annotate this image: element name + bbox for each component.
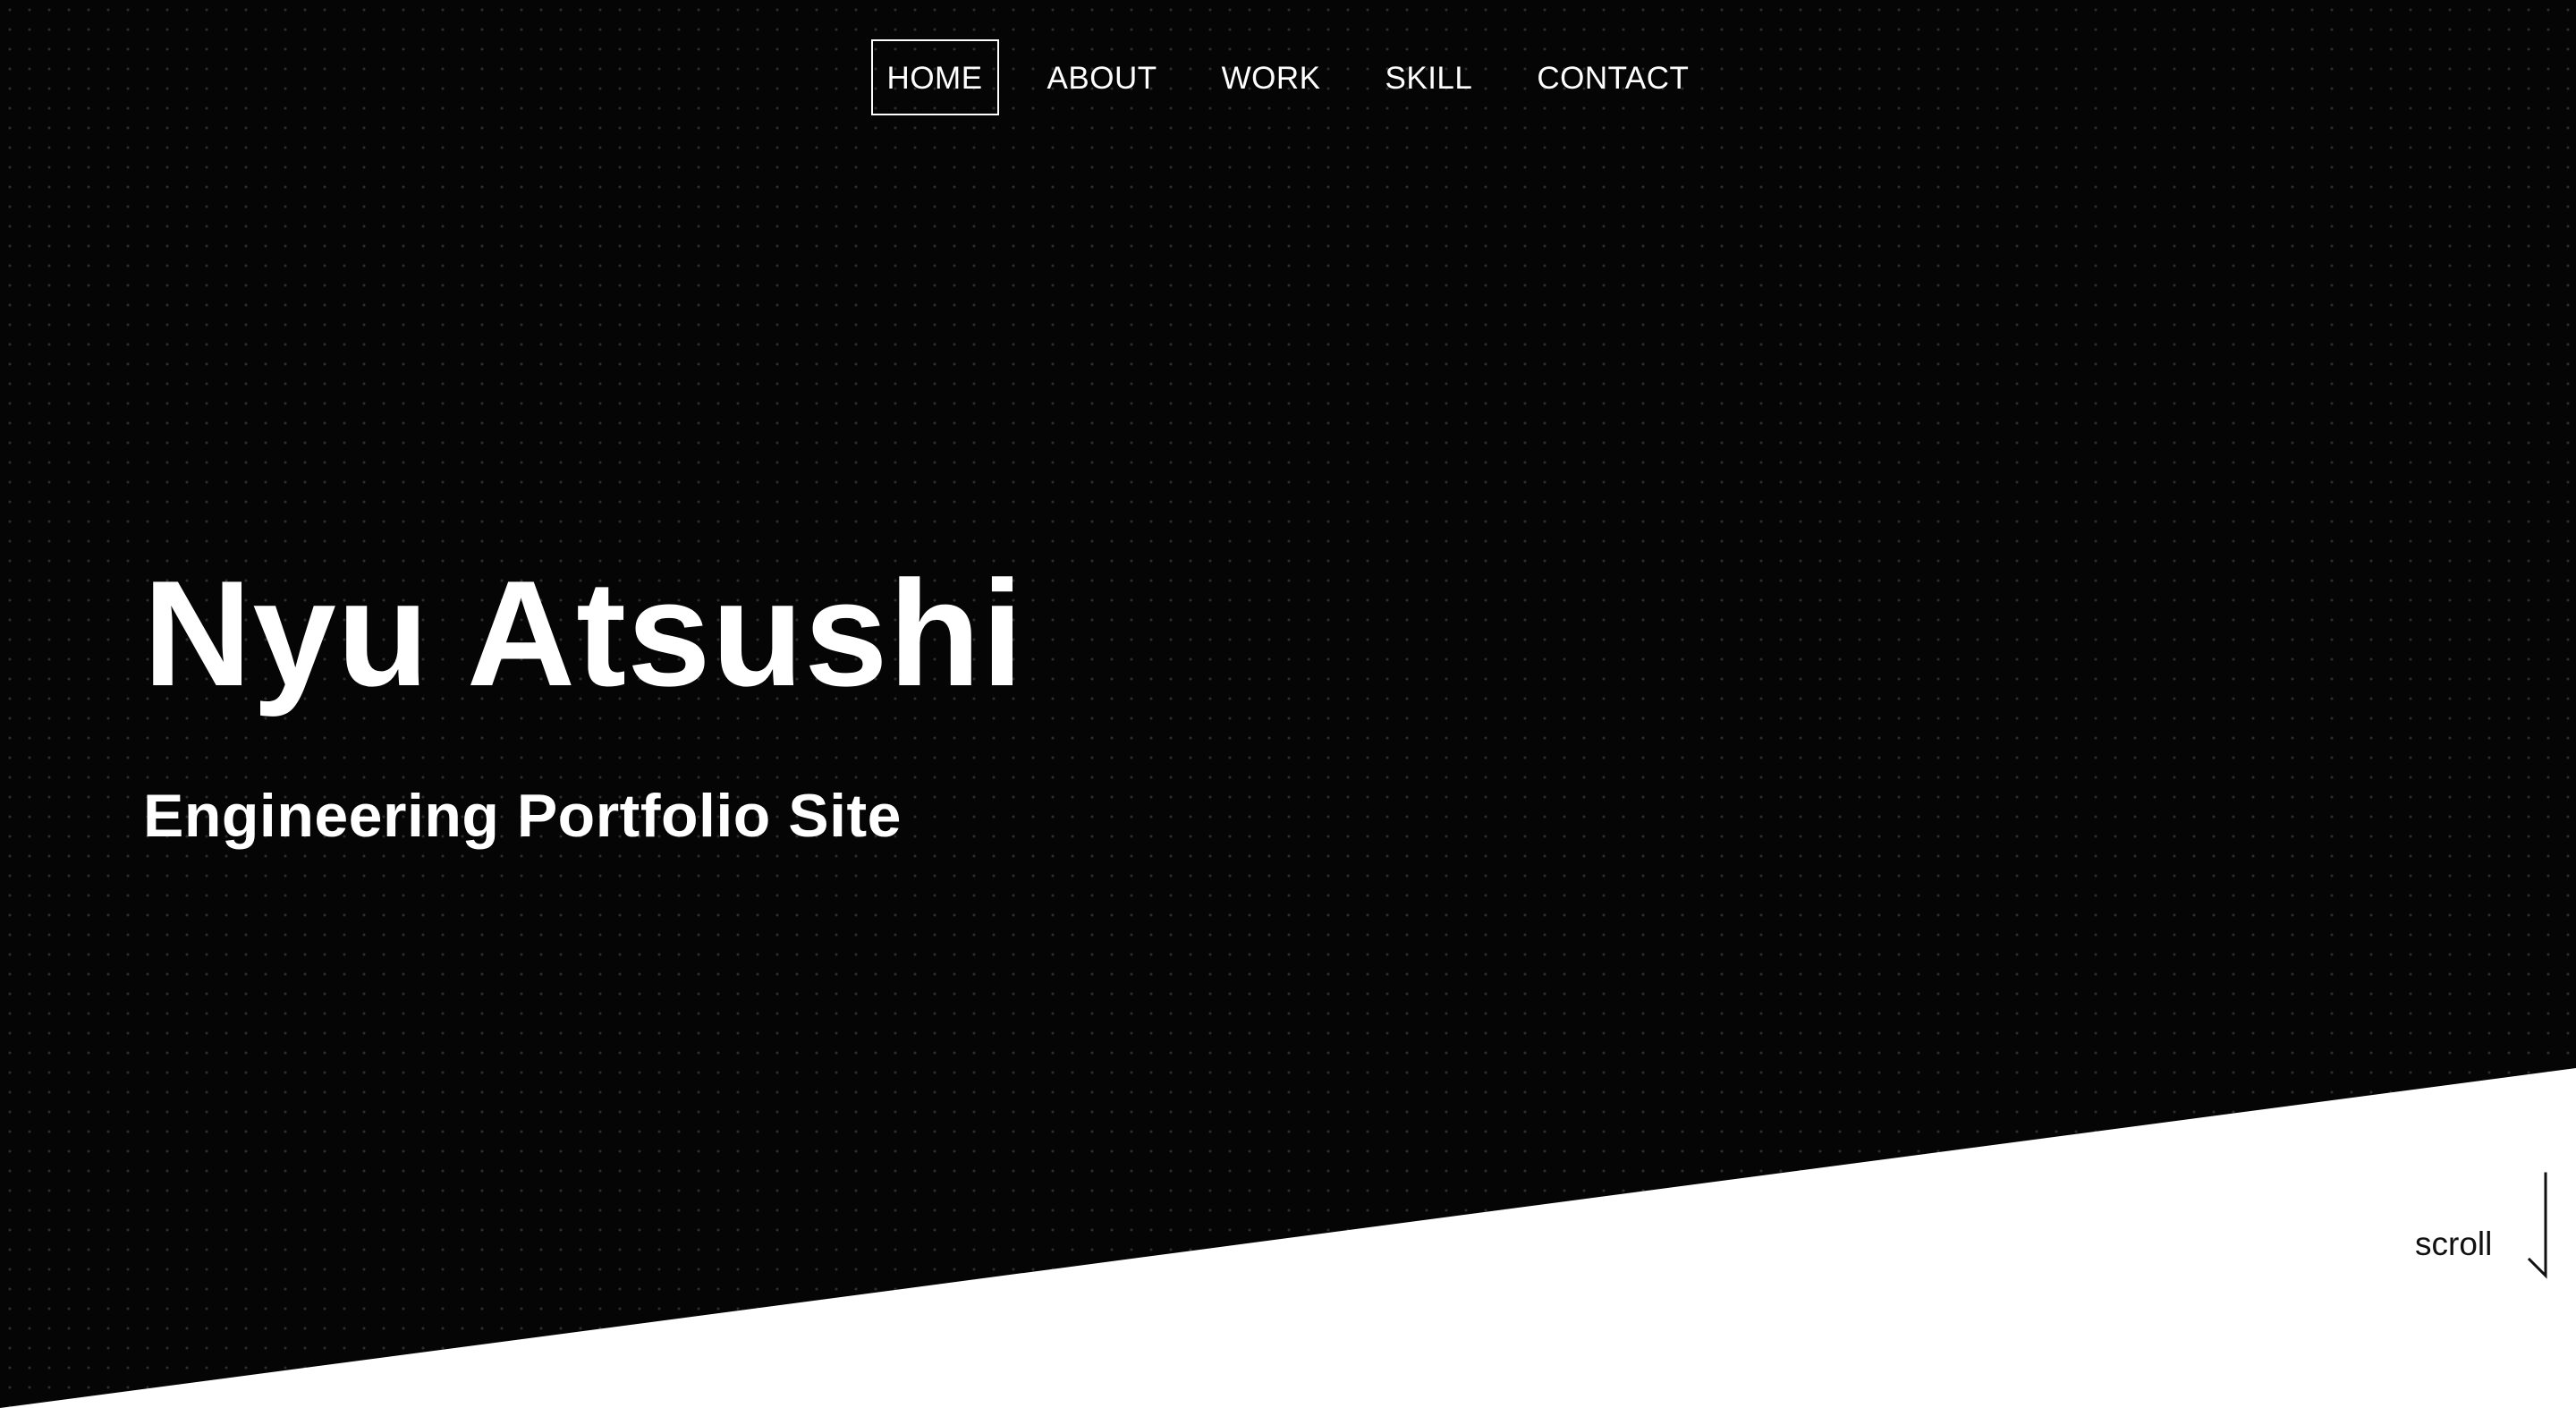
main-nav: HOME ABOUT WORK SKILL CONTACT bbox=[0, 39, 2576, 115]
scroll-label: scroll bbox=[2415, 1226, 2493, 1262]
nav-item-skill[interactable]: SKILL bbox=[1369, 39, 1489, 115]
hero-subtitle: Engineering Portfolio Site bbox=[143, 782, 902, 850]
nav-item-about[interactable]: ABOUT bbox=[1031, 39, 1174, 115]
hero-title: Nyu Atsushi bbox=[143, 549, 1024, 717]
nav-item-home[interactable]: HOME bbox=[870, 39, 999, 115]
nav-item-work[interactable]: WORK bbox=[1206, 39, 1337, 115]
scroll-indicator[interactable]: scroll bbox=[2406, 1163, 2558, 1279]
page: HOME ABOUT WORK SKILL CONTACT Nyu Atsush… bbox=[0, 0, 2576, 1408]
arrow-down-icon bbox=[2527, 1172, 2547, 1279]
nav-item-contact[interactable]: CONTACT bbox=[1521, 39, 1705, 115]
